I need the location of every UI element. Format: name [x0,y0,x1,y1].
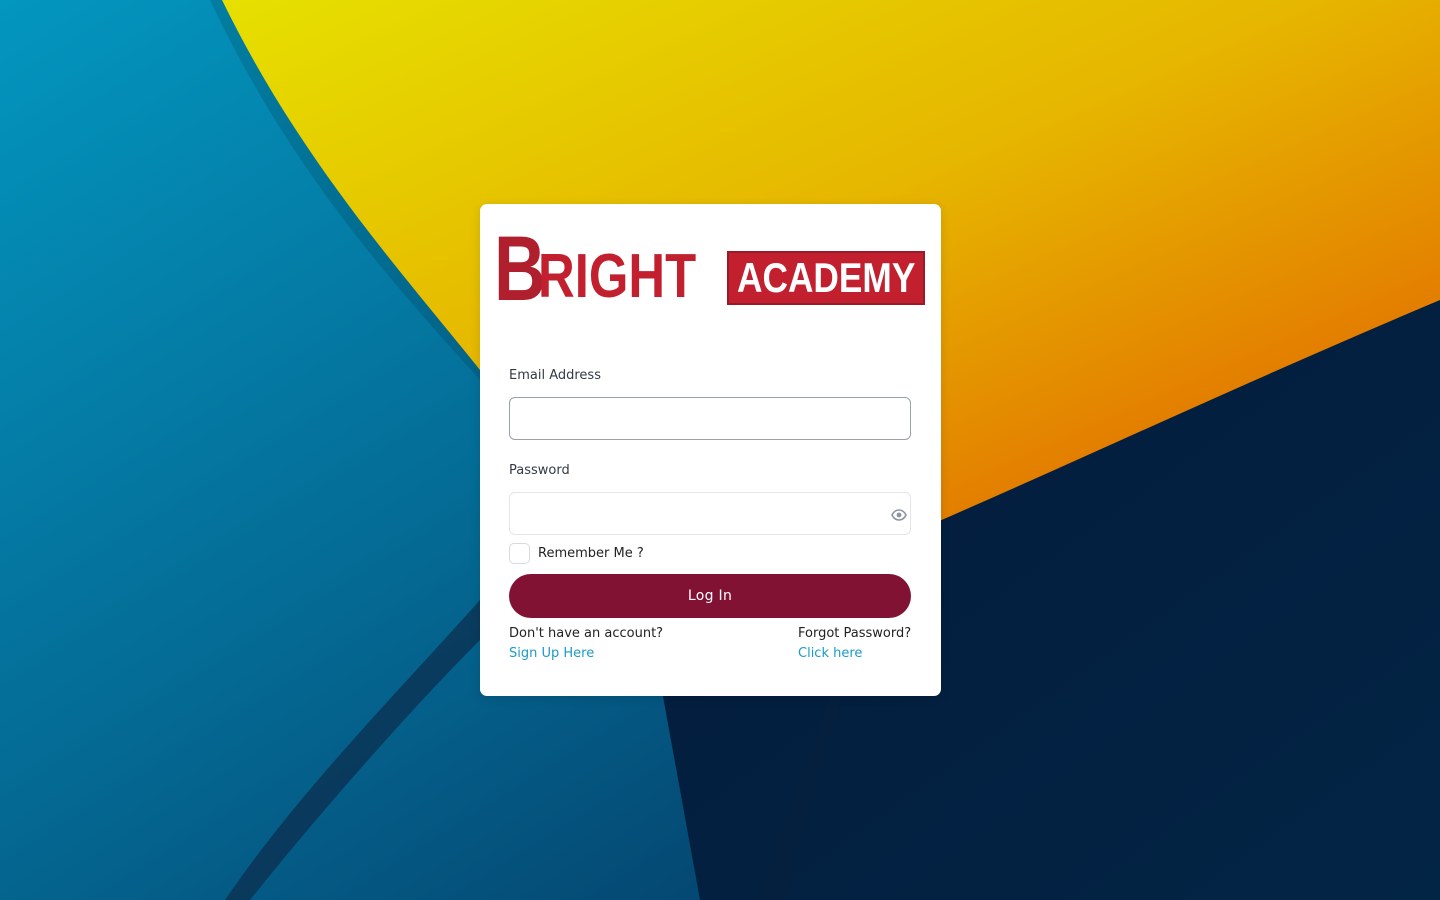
login-card: B RIGHT ACADEMY Email Address Password R… [480,204,941,696]
password-field[interactable] [509,492,911,535]
email-field[interactable] [509,397,911,440]
logo-academy-box: ACADEMY [727,251,925,305]
remember-me-checkbox[interactable] [509,543,530,564]
logo-letter-b: B [494,218,546,320]
sign-up-link[interactable]: Sign Up Here [509,646,594,661]
eye-icon[interactable] [891,507,907,521]
password-label: Password [509,463,570,478]
forgot-password-text: Forgot Password? [798,626,912,641]
login-button[interactable]: Log In [509,574,911,618]
forgot-password-link[interactable]: Click here [798,646,862,661]
logo-academy-text: ACADEMY [736,254,916,301]
remember-me-toggle[interactable]: Remember Me ? [509,543,644,564]
logo-word-right: RIGHT [538,242,697,311]
remember-me-label: Remember Me ? [538,546,644,561]
email-label: Email Address [509,368,601,383]
bright-academy-logo: B RIGHT ACADEMY [494,218,928,320]
no-account-text: Don't have an account? [509,626,664,641]
